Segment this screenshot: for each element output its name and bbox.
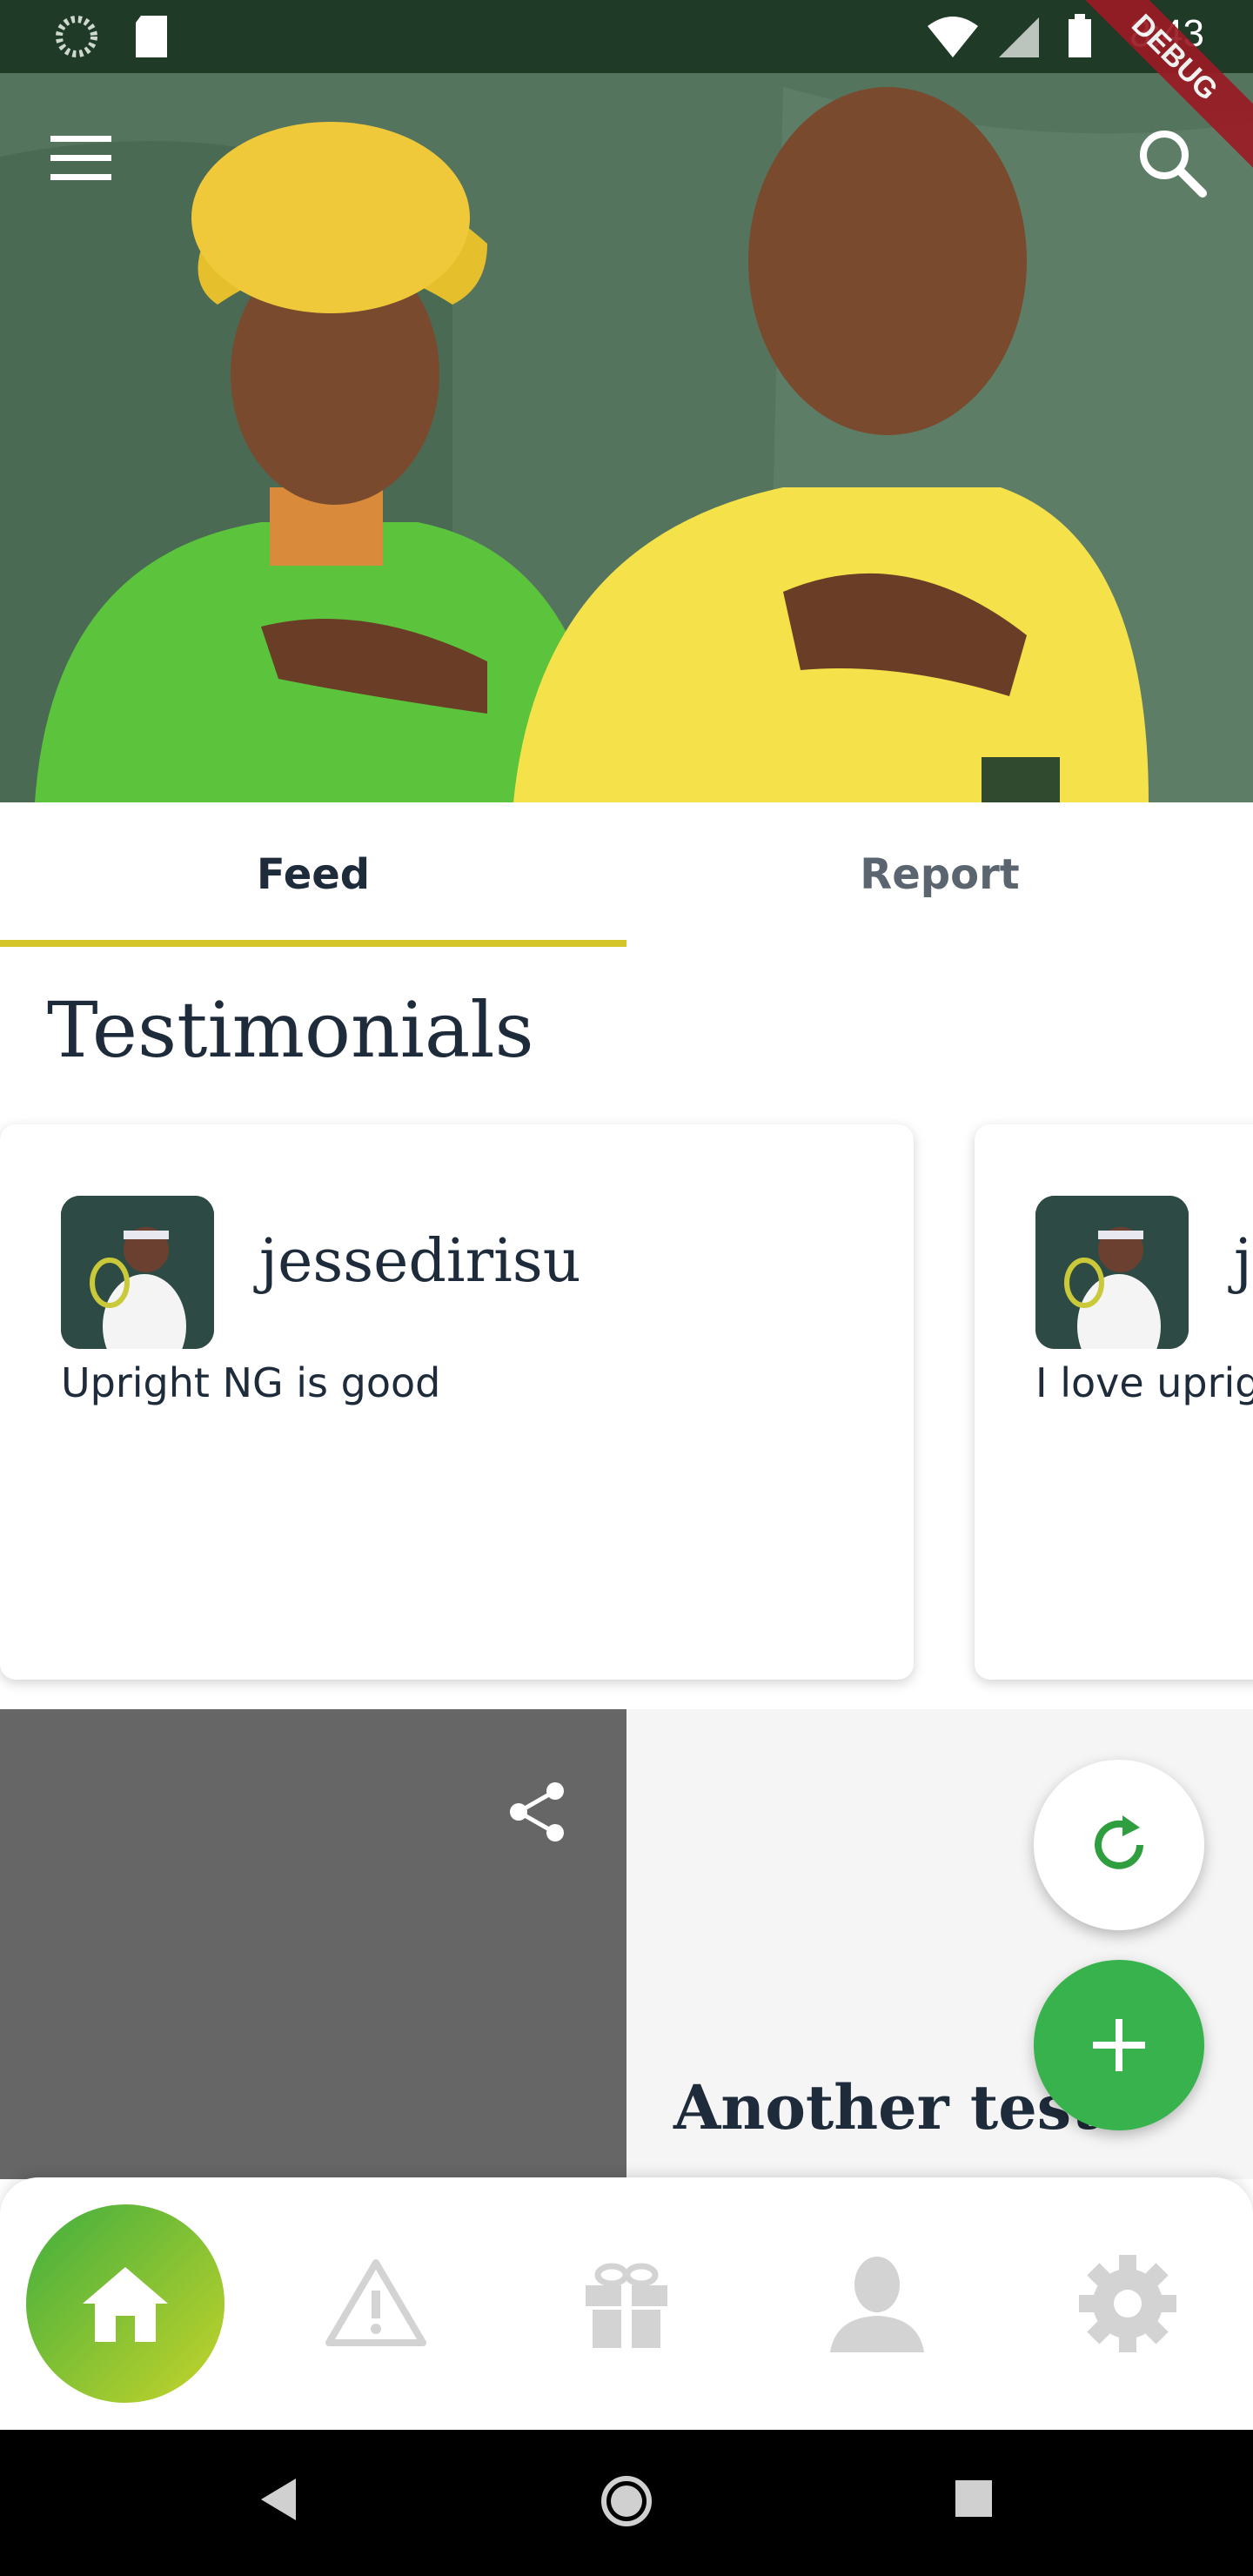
testimonial-text: Upright NG is good <box>61 1359 441 1406</box>
warning-icon <box>325 2259 426 2346</box>
tile-title: Another test <box>673 2071 1100 2143</box>
system-navigation-bar <box>0 2430 1253 2576</box>
menu-button[interactable] <box>40 122 118 191</box>
home-circle-icon[interactable] <box>599 2473 654 2529</box>
refresh-button[interactable] <box>1034 1760 1204 1930</box>
hero-banner <box>0 0 1253 802</box>
battery-icon <box>1069 14 1091 57</box>
nav-home[interactable] <box>0 2177 251 2430</box>
refresh-icon <box>1095 1815 1143 1869</box>
testimonial-username: jessedirisu <box>259 1227 581 1296</box>
add-button[interactable] <box>1034 1960 1204 2130</box>
hero-illustration <box>0 0 1253 802</box>
signal-icon <box>999 17 1039 57</box>
section-title: Testimonials <box>47 985 534 1075</box>
nav-profile[interactable] <box>752 2177 1002 2430</box>
home-icon <box>83 2267 168 2342</box>
back-icon[interactable] <box>258 2475 299 2524</box>
tab-indicator <box>0 940 626 947</box>
tab-feed[interactable]: Feed <box>0 802 626 947</box>
status-bar: 8:43 <box>0 0 1253 73</box>
search-icon <box>1140 131 1207 198</box>
sync-icon <box>56 16 97 57</box>
testimonial-text: I love uprig <box>1035 1359 1253 1406</box>
search-button[interactable] <box>1131 122 1209 200</box>
avatar <box>1035 1196 1189 1349</box>
testimonial-card[interactable]: jessedirisu Upright NG is good <box>0 1124 914 1680</box>
share-icon <box>510 1782 564 1841</box>
nav-home-highlight <box>26 2204 224 2403</box>
nav-rewards[interactable] <box>501 2177 752 2430</box>
bottom-navigation <box>0 2177 1253 2430</box>
avatar-image <box>1035 1196 1189 1349</box>
recents-icon[interactable] <box>954 2479 994 2519</box>
menu-icon <box>50 136 111 180</box>
nav-settings[interactable] <box>1002 2177 1253 2430</box>
avatar-image <box>61 1196 214 1349</box>
gift-icon <box>586 2263 667 2348</box>
gear-icon <box>1079 2255 1176 2352</box>
wifi-icon <box>928 17 978 57</box>
testimonial-username: j <box>1234 1227 1253 1296</box>
person-icon <box>830 2257 924 2352</box>
tab-bar: Feed Report <box>0 802 1253 947</box>
nav-alerts[interactable] <box>251 2177 501 2430</box>
share-button[interactable] <box>505 1779 571 1845</box>
avatar <box>61 1196 214 1349</box>
testimonial-card[interactable]: j I love uprig <box>975 1124 1253 1680</box>
tab-report[interactable]: Report <box>626 802 1253 947</box>
plus-icon <box>1093 2019 1145 2071</box>
sd-card-icon <box>136 16 167 57</box>
